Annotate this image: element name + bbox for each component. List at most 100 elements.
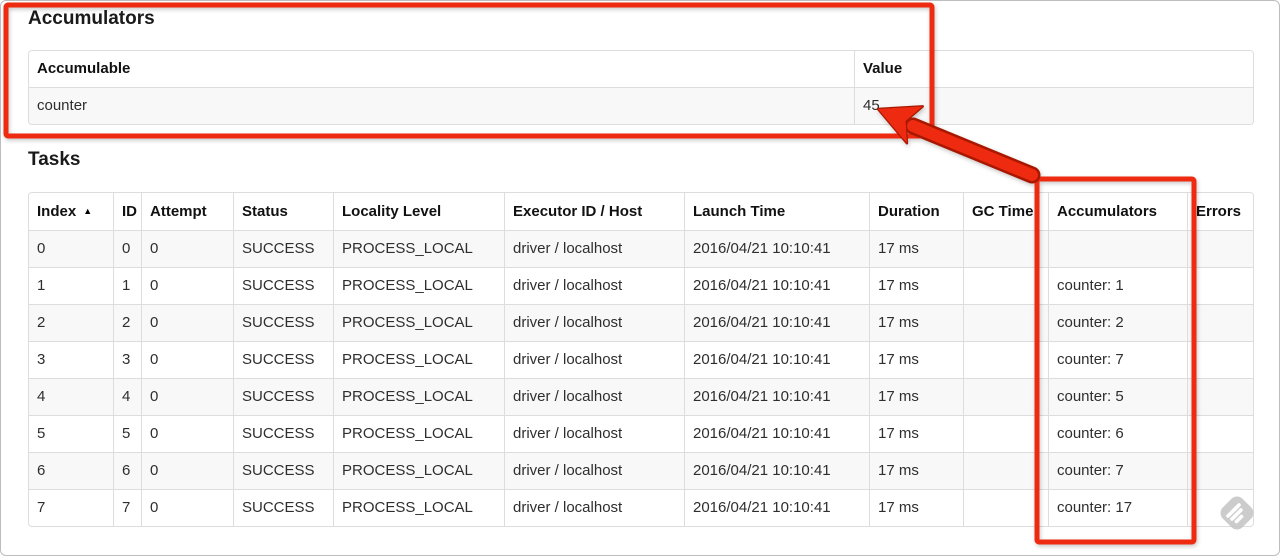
accumulators-header-row: Accumulable Value bbox=[29, 51, 1253, 87]
cell-gc-time bbox=[963, 452, 1048, 489]
cell-attempt: 0 bbox=[141, 267, 233, 304]
cell-id: 1 bbox=[113, 267, 141, 304]
cell-id: 0 bbox=[113, 230, 141, 267]
col-header-attempt[interactable]: Attempt bbox=[141, 193, 233, 230]
cell-accumulators: counter: 5 bbox=[1048, 378, 1187, 415]
cell-executor: driver / localhost bbox=[504, 378, 684, 415]
cell-gc-time bbox=[963, 489, 1048, 526]
cell-accumulators bbox=[1048, 230, 1187, 267]
cell-accumulators: counter: 7 bbox=[1048, 452, 1187, 489]
cell-accumulators: counter: 17 bbox=[1048, 489, 1187, 526]
cell-attempt: 0 bbox=[141, 489, 233, 526]
cell-gc-time bbox=[963, 304, 1048, 341]
cell-attempt: 0 bbox=[141, 304, 233, 341]
cell-attempt: 0 bbox=[141, 415, 233, 452]
cell-duration: 17 ms bbox=[869, 230, 963, 267]
cell-duration: 17 ms bbox=[869, 415, 963, 452]
sort-ascending-icon: ▲ bbox=[83, 206, 93, 216]
cell-id: 6 bbox=[113, 452, 141, 489]
cell-attempt: 0 bbox=[141, 230, 233, 267]
table-row: 7 7 0 SUCCESS PROCESS_LOCAL driver / localhos… bbox=[29, 489, 1253, 526]
cell-duration: 17 ms bbox=[869, 489, 963, 526]
table-row: 6 6 0 SUCCESS PROCESS_LOCAL driver / localhos… bbox=[29, 452, 1253, 489]
cell-accumulators: counter: 7 bbox=[1048, 341, 1187, 378]
cell-index: 4 bbox=[29, 378, 113, 415]
table-row: 5 5 0 SUCCESS PROCESS_LOCAL driver / localhos… bbox=[29, 415, 1253, 452]
cell-duration: 17 ms bbox=[869, 378, 963, 415]
cell-index: 6 bbox=[29, 452, 113, 489]
cell-launch-time: 2016/04/21 10:10:41 bbox=[684, 230, 869, 267]
cell-gc-time bbox=[963, 378, 1048, 415]
col-header-accumulators[interactable]: Accumulators bbox=[1048, 193, 1187, 230]
cell-attempt: 0 bbox=[141, 378, 233, 415]
tasks-table: Index ▲ ID Attempt Status Locality Level … bbox=[28, 192, 1254, 527]
cell-attempt: 0 bbox=[141, 341, 233, 378]
accumulators-section-title: Accumulators bbox=[28, 8, 155, 29]
spark-stage-page: Accumulators Accumulable Value counter 45… bbox=[0, 0, 1280, 556]
cell-launch-time: 2016/04/21 10:10:41 bbox=[684, 267, 869, 304]
cell-attempt: 0 bbox=[141, 452, 233, 489]
cell-gc-time bbox=[963, 341, 1048, 378]
cell-errors bbox=[1187, 378, 1253, 415]
cell-gc-time bbox=[963, 415, 1048, 452]
table-row: 2 2 0 SUCCESS PROCESS_LOCAL driver / localhos… bbox=[29, 304, 1253, 341]
cell-accumulators: counter: 1 bbox=[1048, 267, 1187, 304]
cell-errors bbox=[1187, 230, 1253, 267]
cell-locality: PROCESS_LOCAL bbox=[333, 341, 504, 378]
cell-executor: driver / localhost bbox=[504, 304, 684, 341]
cell-index: 0 bbox=[29, 230, 113, 267]
cell-status: SUCCESS bbox=[233, 489, 333, 526]
cell-duration: 17 ms bbox=[869, 304, 963, 341]
cell-executor: driver / localhost bbox=[504, 452, 684, 489]
col-header-index[interactable]: Index ▲ bbox=[29, 193, 113, 230]
cell-duration: 17 ms bbox=[869, 341, 963, 378]
cell-executor: driver / localhost bbox=[504, 415, 684, 452]
col-header-locality-level[interactable]: Locality Level bbox=[333, 193, 504, 230]
cell-accumulable: counter bbox=[29, 87, 854, 124]
cell-errors bbox=[1187, 304, 1253, 341]
cell-status: SUCCESS bbox=[233, 304, 333, 341]
col-header-index-label: Index bbox=[37, 203, 77, 220]
col-header-id[interactable]: ID bbox=[113, 193, 141, 230]
col-header-status[interactable]: Status bbox=[233, 193, 333, 230]
cell-value: 45 bbox=[854, 87, 1253, 124]
tasks-section-title: Tasks bbox=[28, 149, 81, 170]
col-header-launch-time[interactable]: Launch Time bbox=[684, 193, 869, 230]
cell-id: 2 bbox=[113, 304, 141, 341]
cell-status: SUCCESS bbox=[233, 452, 333, 489]
cell-launch-time: 2016/04/21 10:10:41 bbox=[684, 489, 869, 526]
cell-launch-time: 2016/04/21 10:10:41 bbox=[684, 415, 869, 452]
table-row: counter 45 bbox=[29, 87, 1253, 124]
cell-status: SUCCESS bbox=[233, 230, 333, 267]
tasks-header-row: Index ▲ ID Attempt Status Locality Level … bbox=[29, 193, 1253, 230]
cell-errors bbox=[1187, 415, 1253, 452]
table-row: 0 0 0 SUCCESS PROCESS_LOCAL driver / localhos… bbox=[29, 230, 1253, 267]
cell-locality: PROCESS_LOCAL bbox=[333, 304, 504, 341]
cell-duration: 17 ms bbox=[869, 267, 963, 304]
cell-id: 5 bbox=[113, 415, 141, 452]
cell-index: 1 bbox=[29, 267, 113, 304]
cell-locality: PROCESS_LOCAL bbox=[333, 489, 504, 526]
table-row: 1 1 0 SUCCESS PROCESS_LOCAL driver / localhos… bbox=[29, 267, 1253, 304]
cell-id: 3 bbox=[113, 341, 141, 378]
cell-executor: driver / localhost bbox=[504, 341, 684, 378]
cell-launch-time: 2016/04/21 10:10:41 bbox=[684, 452, 869, 489]
col-header-errors[interactable]: Errors bbox=[1187, 193, 1253, 230]
cell-gc-time bbox=[963, 230, 1048, 267]
cell-locality: PROCESS_LOCAL bbox=[333, 267, 504, 304]
cell-index: 3 bbox=[29, 341, 113, 378]
col-header-gc-time[interactable]: GC Time bbox=[963, 193, 1048, 230]
cell-id: 7 bbox=[113, 489, 141, 526]
cell-launch-time: 2016/04/21 10:10:41 bbox=[684, 341, 869, 378]
cell-status: SUCCESS bbox=[233, 378, 333, 415]
col-header-executor-id-host[interactable]: Executor ID / Host bbox=[504, 193, 684, 230]
cell-errors bbox=[1187, 489, 1253, 526]
cell-status: SUCCESS bbox=[233, 341, 333, 378]
cell-executor: driver / localhost bbox=[504, 489, 684, 526]
col-header-accumulable: Accumulable bbox=[29, 51, 854, 87]
cell-errors bbox=[1187, 267, 1253, 304]
cell-launch-time: 2016/04/21 10:10:41 bbox=[684, 304, 869, 341]
cell-accumulators: counter: 2 bbox=[1048, 304, 1187, 341]
col-header-duration[interactable]: Duration bbox=[869, 193, 963, 230]
table-row: 3 3 0 SUCCESS PROCESS_LOCAL driver / localhos… bbox=[29, 341, 1253, 378]
